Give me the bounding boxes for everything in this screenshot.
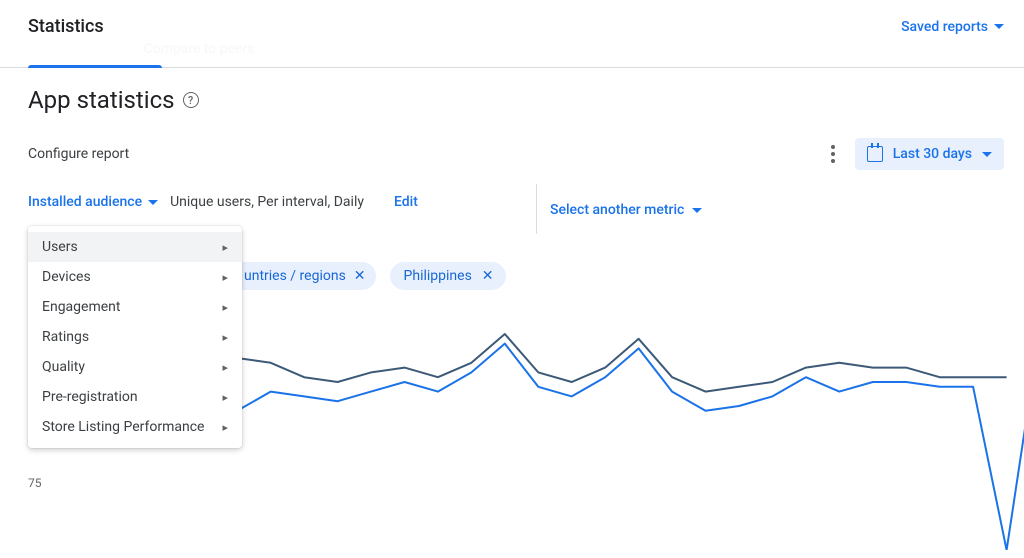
page-title: App statistics [28,86,175,114]
menu-item-devices[interactable]: Devices ▸ [28,262,242,292]
menu-item-label: Store Listing Performance [42,419,204,435]
chevron-right-icon: ▸ [222,361,228,374]
chip-label: Philippines [404,268,472,284]
chevron-right-icon: ▸ [222,421,228,434]
chevron-right-icon: ▸ [222,301,228,314]
section-title: Statistics [28,16,104,37]
date-range-picker[interactable]: Last 30 days [855,138,1004,170]
saved-reports-label: Saved reports [901,19,988,35]
menu-item-store-listing-performance[interactable]: Store Listing Performance ▸ [28,412,242,442]
tabs: App statistics Compare to peers [0,41,1024,68]
metric-dropdown[interactable]: Installed audience [28,194,158,210]
calendar-icon [867,146,883,162]
edit-button[interactable]: Edit [394,194,418,210]
menu-item-engagement[interactable]: Engagement ▸ [28,292,242,322]
chevron-down-icon [692,208,702,213]
y-axis-tick: 75 [28,476,42,490]
close-icon[interactable]: ✕ [354,268,366,284]
chevron-right-icon: ▸ [222,331,228,344]
menu-item-label: Ratings [42,329,89,345]
menu-item-ratings[interactable]: Ratings ▸ [28,322,242,352]
menu-item-quality[interactable]: Quality ▸ [28,352,242,382]
tab-compare-to-peers[interactable]: Compare to peers [144,41,255,67]
filter-chip-countries[interactable]: untries / regions ✕ [238,262,376,290]
chevron-right-icon: ▸ [222,271,228,284]
menu-item-users[interactable]: Users ▸ [28,232,242,262]
chevron-right-icon: ▸ [222,391,228,404]
chevron-right-icon: ▸ [222,241,228,254]
help-icon[interactable]: ? [183,92,199,108]
menu-item-label: Devices [42,269,91,285]
saved-reports-dropdown[interactable]: Saved reports [901,19,1004,35]
metric-dropdown-menu: Users ▸ Devices ▸ Engagement ▸ Ratings ▸… [28,226,242,448]
chevron-down-icon [982,152,992,157]
menu-item-label: Users [42,239,78,255]
close-icon[interactable]: ✕ [480,268,496,284]
select-another-metric-label: Select another metric [550,202,684,218]
metric-name: Installed audience [28,194,142,210]
metric-subtext: Unique users, Per interval, Daily [170,194,364,210]
active-tab-indicator [28,65,162,68]
select-another-metric-button[interactable]: Select another metric [550,202,702,218]
configure-report-label: Configure report [28,146,129,162]
metric-divider [536,184,537,234]
menu-item-label: Engagement [42,299,120,315]
date-range-label: Last 30 days [893,146,972,162]
chip-label: untries / regions [244,268,346,284]
more-options-button[interactable] [825,139,837,169]
menu-item-label: Quality [42,359,85,375]
filter-chip-country[interactable]: Philippines ✕ [390,262,506,290]
menu-item-label: Pre-registration [42,389,138,405]
chevron-down-icon [148,200,158,205]
menu-item-pre-registration[interactable]: Pre-registration ▸ [28,382,242,412]
chevron-down-icon [994,24,1004,29]
